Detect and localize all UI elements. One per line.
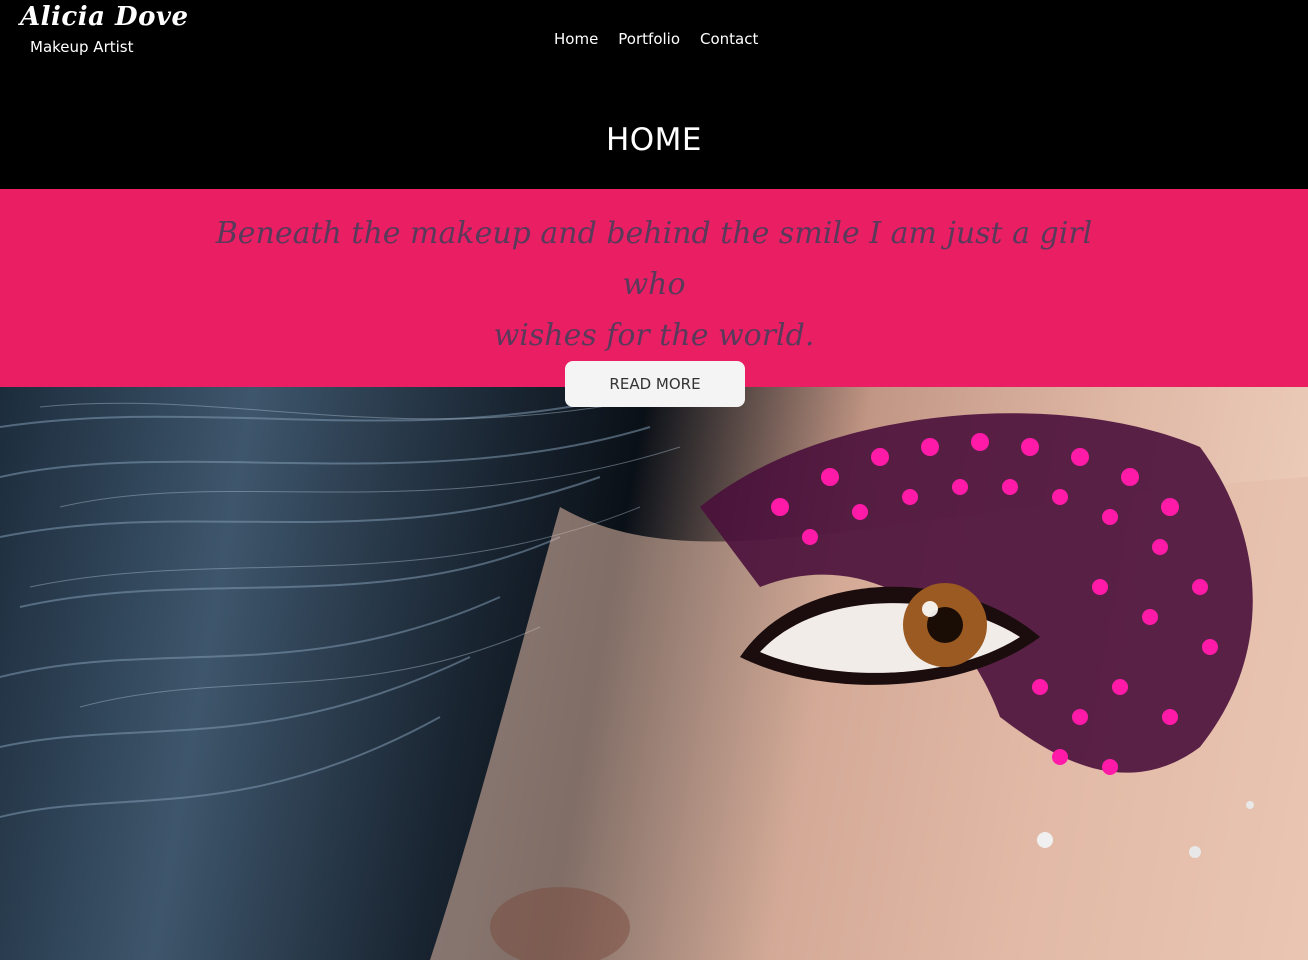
nav-item-contact[interactable]: Contact	[700, 30, 758, 48]
hero-image	[0, 387, 1308, 960]
read-more-button[interactable]: READ MORE	[565, 361, 745, 407]
main-nav: Home Portfolio Contact	[554, 30, 758, 48]
site-header: Alicia Dove Makeup Artist Home Portfolio…	[0, 0, 1308, 189]
hero-quote-line-2: wishes for the world.	[493, 318, 815, 353]
nav-item-home[interactable]: Home	[554, 30, 598, 48]
hero-illustration	[0, 387, 1308, 960]
hero-quote: Beneath the makeup and behind the smile …	[200, 208, 1108, 361]
page-title: HOME	[605, 122, 703, 158]
brand-subtitle: Makeup Artist	[30, 38, 134, 56]
brand-name[interactable]: Alicia Dove	[20, 2, 189, 32]
hero-quote-line-1: Beneath the makeup and behind the smile …	[215, 216, 1093, 302]
nav-item-portfolio[interactable]: Portfolio	[618, 30, 680, 48]
